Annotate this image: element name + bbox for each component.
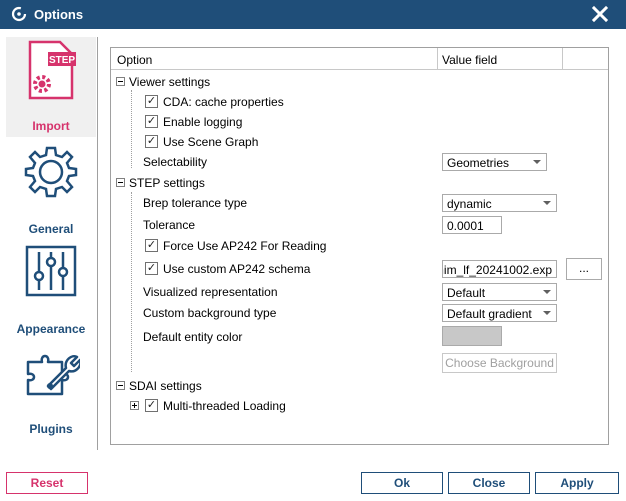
nav-label-appearance: Appearance <box>16 322 86 336</box>
option-label: Tolerance <box>143 218 196 232</box>
dropdown-value: dynamic <box>447 197 492 211</box>
group-sdai-settings: SDAI settings <box>111 377 608 395</box>
option-label: Visualized representation <box>143 285 278 299</box>
column-header-option: Option <box>117 53 153 67</box>
apply-button[interactable]: Apply <box>535 472 619 494</box>
option-row: Default entity color <box>111 328 608 346</box>
multithread-checkbox[interactable]: ✓ <box>145 399 158 412</box>
group-viewer-settings: Viewer settings <box>111 73 608 91</box>
chevron-down-icon <box>543 311 551 315</box>
option-label: Use Scene Graph <box>163 135 259 149</box>
nav-label-general: General <box>28 222 74 236</box>
option-label: Force Use AP242 For Reading <box>163 239 327 253</box>
option-row: Tolerance <box>111 216 608 234</box>
option-label: Enable logging <box>163 115 243 129</box>
svg-text:STEP: STEP <box>49 55 75 66</box>
option-row: ✓ CDA: cache properties <box>111 93 608 111</box>
option-label: Multi-threaded Loading <box>163 399 286 413</box>
option-label: CDA: cache properties <box>163 95 284 109</box>
force-ap242-checkbox[interactable]: ✓ <box>145 239 158 252</box>
group-label: STEP settings <box>129 176 205 190</box>
group-label: Viewer settings <box>129 75 211 89</box>
chevron-down-icon <box>543 201 551 205</box>
chevron-down-icon <box>533 160 541 164</box>
enable-logging-checkbox[interactable]: ✓ <box>145 115 158 128</box>
choose-background-button[interactable]: Choose Background <box>442 353 557 373</box>
expand-toggle[interactable] <box>130 401 139 410</box>
custom-background-type-dropdown[interactable]: Default gradient <box>442 304 557 322</box>
category-nav: STEP Import General Appearance Plugins <box>0 29 100 449</box>
nav-item-general[interactable]: General <box>6 139 96 239</box>
ok-button[interactable]: Ok <box>361 472 443 494</box>
group-step-settings: STEP settings <box>111 174 608 192</box>
option-label: Brep tolerance type <box>143 196 248 210</box>
puzzle-wrench-icon <box>26 354 80 396</box>
column-header-value: Value field <box>442 53 498 67</box>
nav-item-plugins[interactable]: Plugins <box>6 339 96 439</box>
grid-header: Option Value field <box>111 48 608 70</box>
dropdown-value: Default gradient <box>447 307 532 321</box>
collapse-toggle[interactable] <box>116 381 125 390</box>
group-label: SDAI settings <box>129 379 202 393</box>
option-row: ✓ Use Scene Graph <box>111 133 608 151</box>
cda-cache-checkbox[interactable]: ✓ <box>145 95 158 108</box>
reset-button[interactable]: Reset <box>6 472 88 494</box>
nav-item-import[interactable]: STEP Import <box>6 37 96 137</box>
collapse-toggle[interactable] <box>116 178 125 187</box>
window-title: Options <box>34 7 84 22</box>
visualized-representation-dropdown[interactable]: Default <box>442 283 557 301</box>
option-label: Custom background type <box>143 306 277 320</box>
option-row: ✓ Force Use AP242 For Reading <box>111 237 608 255</box>
nav-divider <box>97 37 98 450</box>
brep-tolerance-type-dropdown[interactable]: dynamic <box>442 194 557 212</box>
column-separator[interactable] <box>437 48 438 70</box>
chevron-down-icon <box>543 290 551 294</box>
collapse-toggle[interactable] <box>116 77 125 86</box>
title-bar: Options <box>0 0 626 29</box>
option-label: Use custom AP242 schema <box>163 262 311 276</box>
close-icon[interactable] <box>590 4 610 24</box>
scene-graph-checkbox[interactable]: ✓ <box>145 135 158 148</box>
dropdown-value: Default <box>447 286 486 300</box>
options-grid: Option Value field Viewer settings ✓ CDA… <box>110 47 609 445</box>
schema-path-input[interactable]: mim_lf_20241002.exp <box>442 260 557 278</box>
option-row: ✓ Enable logging <box>111 113 608 131</box>
column-separator[interactable] <box>562 48 563 70</box>
selectability-dropdown[interactable]: Geometries <box>442 153 547 171</box>
option-row: ✓ Multi-threaded Loading <box>111 397 608 415</box>
nav-label-import: Import <box>32 119 70 133</box>
custom-schema-checkbox[interactable]: ✓ <box>145 262 158 275</box>
nav-item-appearance[interactable]: Appearance <box>6 239 96 339</box>
tolerance-input[interactable]: 0.0001 <box>442 216 502 234</box>
default-entity-color-swatch[interactable] <box>442 326 502 346</box>
option-label: Selectability <box>143 155 208 169</box>
option-label: Default entity color <box>143 330 243 344</box>
refresh-logo-icon <box>11 6 27 22</box>
nav-label-plugins: Plugins <box>29 422 73 436</box>
gear-icon <box>24 146 78 198</box>
sliders-icon <box>25 245 77 297</box>
step-file-gear-icon: STEP <box>28 40 76 100</box>
close-button[interactable]: Close <box>448 472 530 494</box>
schema-path-value: mim_lf_20241002.exp <box>442 263 552 277</box>
browse-button[interactable]: ... <box>566 258 602 280</box>
dropdown-value: Geometries <box>447 156 510 170</box>
